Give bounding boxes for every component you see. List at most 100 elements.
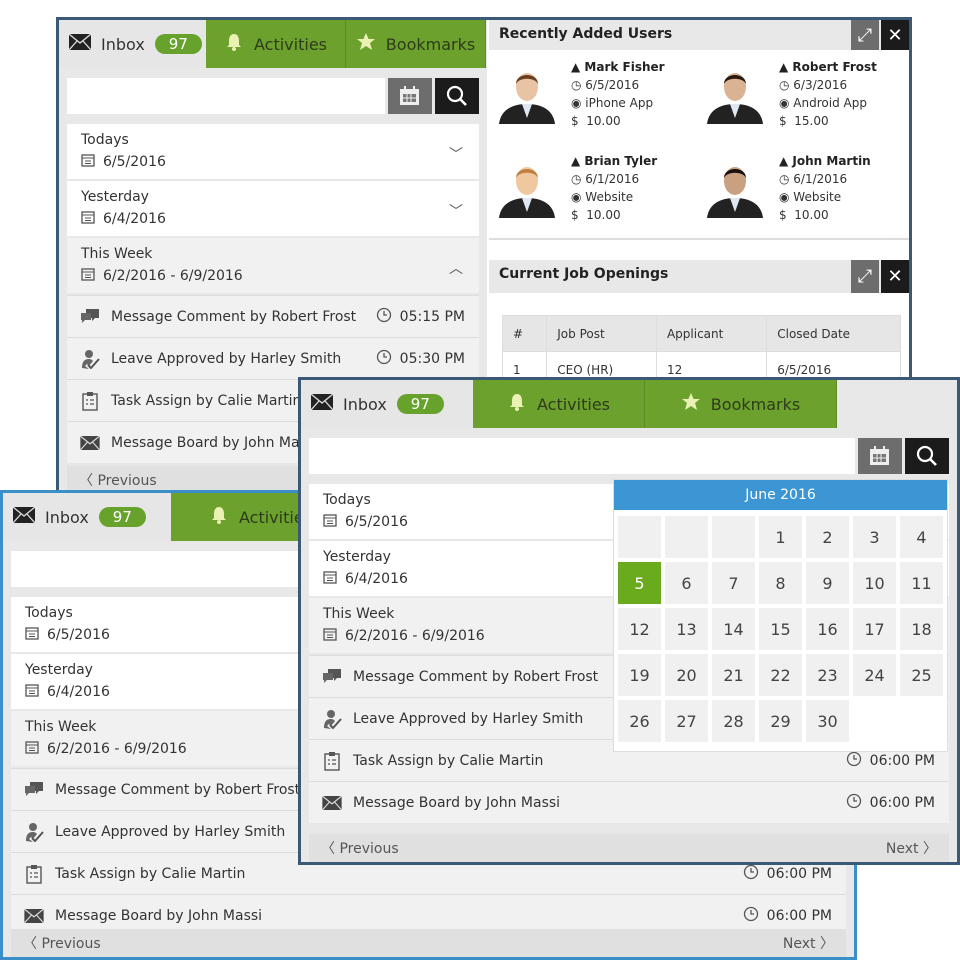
calendar-day[interactable]: 16: [806, 608, 849, 650]
calendar-button[interactable]: [858, 438, 902, 474]
calendar-day[interactable]: 25: [900, 654, 943, 696]
user-amount-row: $ 10.00: [571, 206, 657, 224]
search-button[interactable]: [905, 438, 949, 474]
close-button[interactable]: ✕: [881, 20, 909, 50]
user-card[interactable]: ▲ Robert Frost ◷ 6/3/2016 ◉ Android App $ 1…: [779, 58, 877, 130]
previous-button[interactable]: 〈 Previous: [321, 838, 399, 858]
chevron-right-icon: 〉: [815, 936, 834, 952]
calendar-month-title: June 2016: [614, 480, 947, 510]
tab-bookmarks[interactable]: Bookmarks: [346, 20, 486, 68]
column-header: Applicant: [655, 315, 768, 352]
next-button[interactable]: Next 〉: [886, 838, 937, 858]
column-header: Job Post: [546, 315, 657, 352]
calendar-day[interactable]: 13: [665, 608, 708, 650]
tab-inbox[interactable]: Inbox 97: [301, 380, 473, 428]
search-input[interactable]: [309, 438, 855, 474]
calendar-day[interactable]: 24: [853, 654, 896, 696]
calendar-day[interactable]: 11: [900, 562, 943, 604]
calendar-day[interactable]: 8: [759, 562, 802, 604]
calendar-day[interactable]: 20: [665, 654, 708, 696]
item-text: Message Comment by Robert Frost: [55, 781, 301, 798]
tab-label: Inbox: [45, 507, 89, 527]
group-header[interactable]: Yesterday 6/4/2016 ﹀: [67, 181, 479, 236]
user-photo: [495, 60, 559, 128]
date-text: 6/2/2016 - 6/9/2016: [103, 268, 243, 284]
item-time: 05:15 PM: [376, 307, 465, 327]
expand-button[interactable]: ⤢: [851, 260, 879, 293]
pagination: 〈 Previous Next 〉: [309, 834, 949, 862]
user-card[interactable]: ▲ John Martin ◷ 6/1/2016 ◉ Website $ 10.00: [779, 152, 871, 224]
calendar-empty-cell: [712, 516, 755, 558]
chevron-up-icon[interactable]: ︿: [449, 258, 463, 278]
calendar-day[interactable]: 9: [806, 562, 849, 604]
search-button[interactable]: [435, 78, 479, 114]
calendar-day[interactable]: 15: [759, 608, 802, 650]
calendar-day[interactable]: 27: [665, 700, 708, 742]
user-amount: 10.00: [586, 114, 621, 128]
next-button[interactable]: Next 〉: [783, 933, 834, 953]
user-date: 6/1/2016: [793, 172, 848, 186]
previous-button[interactable]: 〈 Previous: [23, 933, 101, 953]
list-item[interactable]: Message Board by John Massi 06:00 PM: [309, 781, 949, 823]
user-name-row: ▲ Mark Fisher: [571, 58, 665, 76]
user-amount-row: $ 10.00: [571, 112, 665, 130]
search-input[interactable]: [67, 78, 385, 114]
user-name: Robert Frost: [792, 60, 877, 74]
expand-button[interactable]: ⤢: [851, 20, 879, 50]
calendar-day[interactable]: 1: [759, 516, 802, 558]
calendar-day[interactable]: 19: [618, 654, 661, 696]
list-item[interactable]: Leave Approved by Harley Smith 05:30 PM: [67, 337, 479, 379]
divider: [489, 238, 909, 240]
calendar-day[interactable]: 29: [759, 700, 802, 742]
item-text: Task Assign by Calie Martin: [55, 865, 246, 882]
date-text: 6/2/2016 - 6/9/2016: [47, 741, 187, 757]
bell-icon: [507, 392, 527, 416]
previous-button[interactable]: 〈 Previous: [79, 470, 157, 490]
group-header[interactable]: Todays 6/5/2016 ﹀: [67, 124, 479, 179]
user-amount: 10.00: [794, 208, 829, 222]
date-text: 6/4/2016: [345, 571, 408, 587]
calendar-day[interactable]: 7: [712, 562, 755, 604]
calendar-day[interactable]: 30: [806, 700, 849, 742]
calendar-day[interactable]: 10: [853, 562, 896, 604]
calendar-day[interactable]: 17: [853, 608, 896, 650]
tab-activities[interactable]: Activities: [473, 380, 645, 428]
widget-title: Recently Added Users: [489, 20, 909, 50]
calendar-day[interactable]: 12: [618, 608, 661, 650]
currency: $: [571, 208, 579, 222]
time-text: 06:00 PM: [766, 865, 832, 882]
time-text: 06:00 PM: [869, 752, 935, 769]
front-inbox-window: Inbox 97 Activities Bookmarks Todays 6/5/2016…: [298, 377, 960, 865]
list-item[interactable]: Message Comment by Robert Frost 05:15 PM: [67, 295, 479, 337]
calendar-day[interactable]: 21: [712, 654, 755, 696]
calendar-day[interactable]: 28: [712, 700, 755, 742]
calendar-day[interactable]: 2: [806, 516, 849, 558]
chevron-down-icon[interactable]: ﹀: [449, 144, 463, 164]
item-time: 06:00 PM: [846, 793, 935, 813]
calendar-button[interactable]: [388, 78, 432, 114]
calendar-day[interactable]: 5: [618, 562, 661, 604]
item-text: Leave Approved by Harley Smith: [111, 350, 342, 367]
calendar-day[interactable]: 6: [665, 562, 708, 604]
close-button[interactable]: ✕: [881, 260, 909, 293]
calendar-day[interactable]: 26: [618, 700, 661, 742]
tab-bookmarks[interactable]: Bookmarks: [645, 380, 837, 428]
user-card[interactable]: ▲ Mark Fisher ◷ 6/5/2016 ◉ iPhone App $ 10.…: [571, 58, 665, 130]
column-header: #: [501, 315, 548, 352]
calendar-day[interactable]: 23: [806, 654, 849, 696]
calendar-day[interactable]: 3: [853, 516, 896, 558]
user-card[interactable]: ▲ Brian Tyler ◷ 6/1/2016 ◉ Website $ 10.00: [571, 152, 657, 224]
tab-inbox[interactable]: Inbox 97: [3, 493, 171, 541]
calendar-day[interactable]: 4: [900, 516, 943, 558]
mail-icon: [321, 795, 343, 810]
tab-activities[interactable]: Activities: [206, 20, 346, 68]
clock-icon: [846, 793, 862, 813]
calendar-day[interactable]: 22: [759, 654, 802, 696]
group-header[interactable]: This Week 6/2/2016 - 6/9/2016 ︿: [67, 238, 479, 293]
tab-inbox[interactable]: Inbox 97: [59, 20, 206, 68]
chevron-down-icon[interactable]: ﹀: [449, 201, 463, 221]
calendar-day[interactable]: 14: [712, 608, 755, 650]
calendar-day[interactable]: 18: [900, 608, 943, 650]
user-source-row: ◉ Website: [779, 188, 871, 206]
currency: $: [779, 208, 787, 222]
